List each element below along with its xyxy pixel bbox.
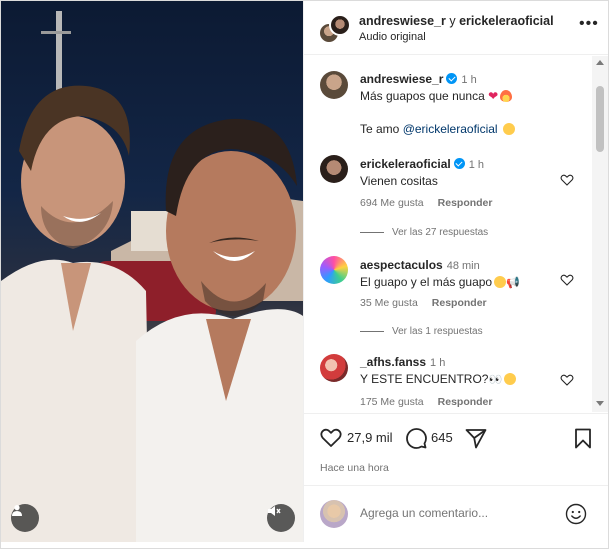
comment-likes[interactable]: 35 Me gusta xyxy=(360,297,418,309)
comment-likes[interactable]: 175 Me gusta xyxy=(360,396,424,408)
comments-count[interactable]: 645 xyxy=(431,430,453,445)
verified-badge-icon xyxy=(446,73,458,84)
author-connector: y xyxy=(449,14,456,28)
post-time: Hace una hora xyxy=(320,462,389,474)
verified-badge-icon xyxy=(453,158,465,169)
post-dialog: andreswiese_r y erickeleraoficial Audio … xyxy=(0,0,609,549)
user-icon xyxy=(12,505,22,516)
avatar xyxy=(320,500,348,528)
collab-avatars[interactable] xyxy=(318,14,351,44)
comment-time: 48 min xyxy=(446,260,480,272)
heart-icon[interactable] xyxy=(560,173,574,187)
like-heart-icon[interactable] xyxy=(320,428,342,448)
comment-username[interactable]: andreswiese_r 1 h xyxy=(360,72,477,86)
caption-text: Más guapos que nunca ❤ xyxy=(360,89,513,103)
comment-username[interactable]: _afhs.fanss 1 h xyxy=(360,355,445,369)
comment-text: Y ESTE ENCUENTRO?👀 xyxy=(360,372,517,386)
comment-meta: 175 Me gusta Responder xyxy=(360,396,492,408)
blushing-face-emoji-icon xyxy=(504,373,517,385)
heart-icon[interactable] xyxy=(560,373,574,387)
comment-time: 1 h xyxy=(468,159,485,171)
emoji-picker-icon[interactable] xyxy=(565,503,587,525)
view-replies-button[interactable]: Ver las 27 respuestas xyxy=(360,227,488,238)
comment-text: Vienen cositas xyxy=(360,174,438,188)
reply-button[interactable]: Responder xyxy=(438,396,493,408)
scrollbar-thumb[interactable] xyxy=(596,86,604,152)
face-emoji-icon xyxy=(502,123,515,135)
mention-link[interactable]: @erickeleraoficial xyxy=(403,122,498,136)
caption-text: Te amo @erickeleraoficial xyxy=(360,122,515,136)
megaphone-emoji-icon: 📢 xyxy=(506,277,520,289)
red-heart-emoji-icon: ❤ xyxy=(488,89,499,103)
comment-time: 1 h xyxy=(430,357,446,369)
scroll-up-icon[interactable] xyxy=(596,60,604,65)
audio-label[interactable]: Audio original xyxy=(359,31,426,43)
comment-text: El guapo y el más guapo 📢 xyxy=(360,275,520,289)
post-authors: andreswiese_r y erickeleraoficial xyxy=(359,14,554,28)
scroll-down-icon[interactable] xyxy=(596,401,604,406)
eyes-emoji-icon: 👀 xyxy=(488,374,503,386)
share-icon[interactable] xyxy=(465,428,487,449)
comment-meta: 694 Me gusta Responder xyxy=(360,197,492,209)
author-link[interactable]: erickeleraoficial xyxy=(459,14,554,28)
author-link[interactable]: andreswiese_r xyxy=(359,14,446,28)
heart-icon[interactable] xyxy=(560,273,574,287)
speaker-muted-icon xyxy=(268,506,281,516)
reply-button[interactable]: Responder xyxy=(432,297,487,309)
bookmark-icon[interactable] xyxy=(574,428,592,449)
video-frame xyxy=(1,11,303,542)
comment-input[interactable] xyxy=(360,506,550,520)
avatar[interactable] xyxy=(320,256,348,284)
tagged-users-button[interactable] xyxy=(11,504,39,532)
post-actions: 27,9 mil 645 Hace una hora xyxy=(304,413,608,485)
fire-emoji-icon xyxy=(500,90,513,102)
side-panel: andreswiese_r y erickeleraoficial Audio … xyxy=(303,1,608,542)
astonished-face-emoji-icon xyxy=(494,276,507,288)
post-video[interactable] xyxy=(1,1,303,542)
likes-count[interactable]: 27,9 mil xyxy=(347,430,393,445)
comment-username[interactable]: aespectaculos 48 min xyxy=(360,258,480,272)
view-replies-button[interactable]: Ver las 1 respuestas xyxy=(360,326,483,337)
comments-scrollbar[interactable] xyxy=(592,56,608,412)
post-header: andreswiese_r y erickeleraoficial Audio … xyxy=(304,1,608,55)
avatar[interactable] xyxy=(320,354,348,382)
avatar[interactable] xyxy=(320,155,348,183)
more-options-icon[interactable]: ••• xyxy=(579,15,599,33)
comment-meta: 35 Me gusta Responder xyxy=(360,297,487,309)
comment-likes[interactable]: 694 Me gusta xyxy=(360,197,424,209)
avatar xyxy=(329,14,351,36)
mute-button[interactable] xyxy=(267,504,295,532)
comment-icon[interactable] xyxy=(406,428,427,449)
avatar[interactable] xyxy=(320,71,348,99)
comment-time: 1 h xyxy=(461,74,477,86)
comments-list: andreswiese_r 1 h Más guapos que nunca ❤ … xyxy=(304,56,608,412)
comment-username[interactable]: erickeleraoficial 1 h xyxy=(360,157,484,171)
add-comment-bar xyxy=(304,485,608,542)
reply-button[interactable]: Responder xyxy=(438,197,493,209)
